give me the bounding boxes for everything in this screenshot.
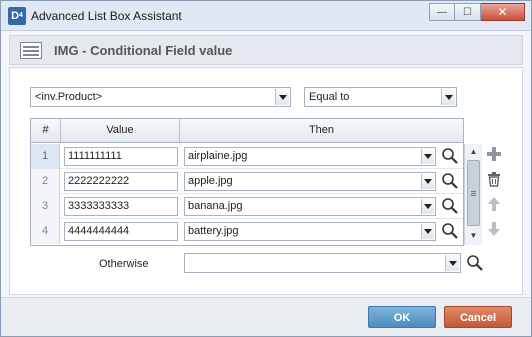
window-title: Advanced List Box Assistant [31,9,182,23]
cancel-button[interactable]: Cancel [444,306,512,328]
close-button[interactable]: ✕ [481,3,525,21]
operator-select[interactable]: Equal to [304,87,457,107]
section-title: IMG - Conditional Field value [54,43,233,58]
search-icon[interactable] [440,196,460,216]
close-icon: ✕ [497,5,508,19]
delete-icon[interactable] [486,171,502,187]
table-row[interactable]: 4 4444444444 battery.jpg [31,219,463,244]
search-icon[interactable] [465,253,485,273]
chevron-down-icon[interactable] [421,199,434,214]
row-number: 2 [31,169,60,194]
column-header-then: Then [308,124,335,136]
dialog-window: D4 Advanced List Box Assistant — ☐ ✕ IMG… [0,0,532,337]
value-input[interactable]: 2222222222 [64,172,178,191]
grid-header: # Value Then [31,119,463,143]
value-input[interactable]: 3333333333 [64,197,178,216]
field-select-value: <inv.Product> [35,91,103,103]
main-panel: <inv.Product> Equal to # Value Then 1 11… [9,67,523,295]
operator-select-value: Equal to [309,91,350,103]
maximize-button[interactable]: ☐ [455,3,481,21]
chevron-down-icon[interactable] [275,89,289,105]
minimize-icon: — [437,6,447,18]
dialog-footer: OK Cancel [1,297,531,336]
then-select[interactable]: apple.jpg [184,172,436,191]
then-select[interactable]: battery.jpg [184,222,436,241]
search-icon[interactable] [440,171,460,191]
app-logo-icon: D4 [8,7,26,25]
minimize-button[interactable]: — [429,3,455,21]
list-icon [20,42,42,59]
search-icon[interactable] [440,146,460,166]
grid-scrollbar[interactable]: ▲ ▼ [464,144,482,245]
otherwise-select[interactable] [184,253,461,273]
otherwise-label: Otherwise [99,258,149,270]
conditions-grid: # Value Then 1 1111111111 airplaine.jpg … [30,118,482,246]
chevron-down-icon[interactable] [441,89,455,105]
window-controls: — ☐ ✕ [429,3,525,23]
move-up-icon[interactable] [486,196,502,212]
add-icon[interactable] [486,146,502,162]
then-select[interactable]: airplaine.jpg [184,147,436,166]
scroll-down-button[interactable]: ▼ [466,229,481,243]
chevron-down-icon[interactable] [421,149,434,164]
move-down-icon[interactable] [486,221,502,237]
table-row[interactable]: 1 1111111111 airplaine.jpg [31,144,463,169]
scroll-thumb[interactable] [467,160,480,226]
column-header-number: # [31,119,61,142]
chevron-down-icon[interactable] [421,224,434,239]
then-select[interactable]: banana.jpg [184,197,436,216]
chevron-down-icon[interactable] [445,255,459,271]
row-number: 1 [31,144,60,169]
then-select-value: apple.jpg [188,175,233,187]
chevron-down-icon[interactable] [421,174,434,189]
ok-button[interactable]: OK [368,306,436,328]
then-select-value: battery.jpg [188,225,239,237]
row-number: 3 [31,194,60,219]
then-select-value: banana.jpg [188,200,243,212]
value-input[interactable]: 1111111111 [64,147,178,166]
value-input[interactable]: 4444444444 [64,222,178,241]
then-select-value: airplaine.jpg [188,150,248,162]
field-select[interactable]: <inv.Product> [30,87,291,107]
section-header: IMG - Conditional Field value [9,35,523,65]
maximize-icon: ☐ [463,6,472,18]
table-row[interactable]: 2 2222222222 apple.jpg [31,169,463,194]
table-row[interactable]: 3 3333333333 banana.jpg [31,194,463,219]
search-icon[interactable] [440,221,460,241]
row-number: 4 [31,219,60,244]
scroll-up-button[interactable]: ▲ [466,145,481,159]
column-header-value: Value [61,119,180,142]
title-bar[interactable]: D4 Advanced List Box Assistant — ☐ ✕ [1,1,531,31]
